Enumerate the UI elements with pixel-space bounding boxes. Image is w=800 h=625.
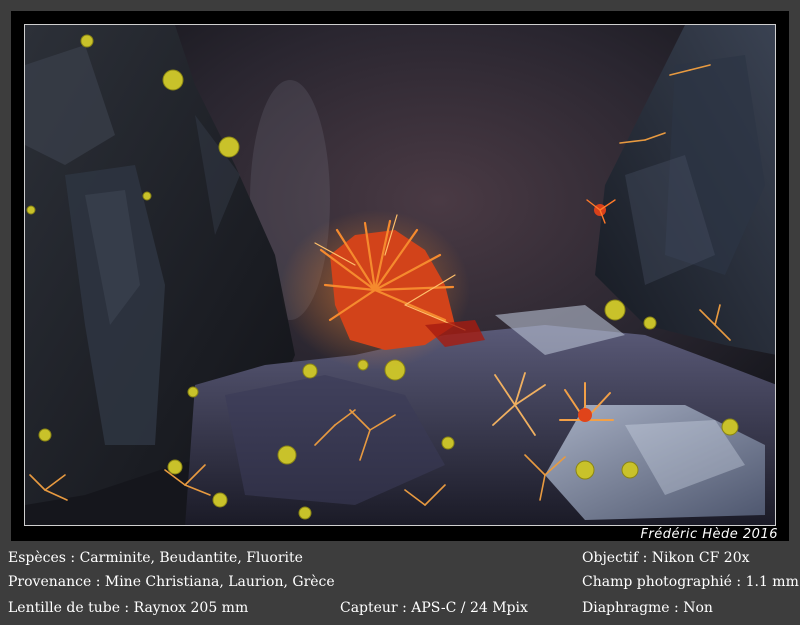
sensor-caption: Capteur : APS-C / 24 Mpix bbox=[340, 600, 528, 616]
diaphragm-caption: Diaphragme : Non bbox=[582, 600, 713, 616]
provenance-caption: Provenance : Mine Christiana, Laurion, G… bbox=[8, 574, 335, 590]
field-caption: Champ photographié : 1.1 mm bbox=[582, 574, 799, 590]
mineral-photo bbox=[24, 24, 776, 526]
objective-caption: Objectif : Nikon CF 20x bbox=[582, 550, 750, 566]
photographer-signature: Frédéric Hède 2016 bbox=[640, 527, 778, 542]
mineral-photo-drawing bbox=[25, 25, 775, 525]
tube-lens-caption: Lentille de tube : Raynox 205 mm bbox=[8, 600, 249, 616]
species-caption: Espèces : Carminite, Beudantite, Fluorit… bbox=[8, 550, 303, 566]
